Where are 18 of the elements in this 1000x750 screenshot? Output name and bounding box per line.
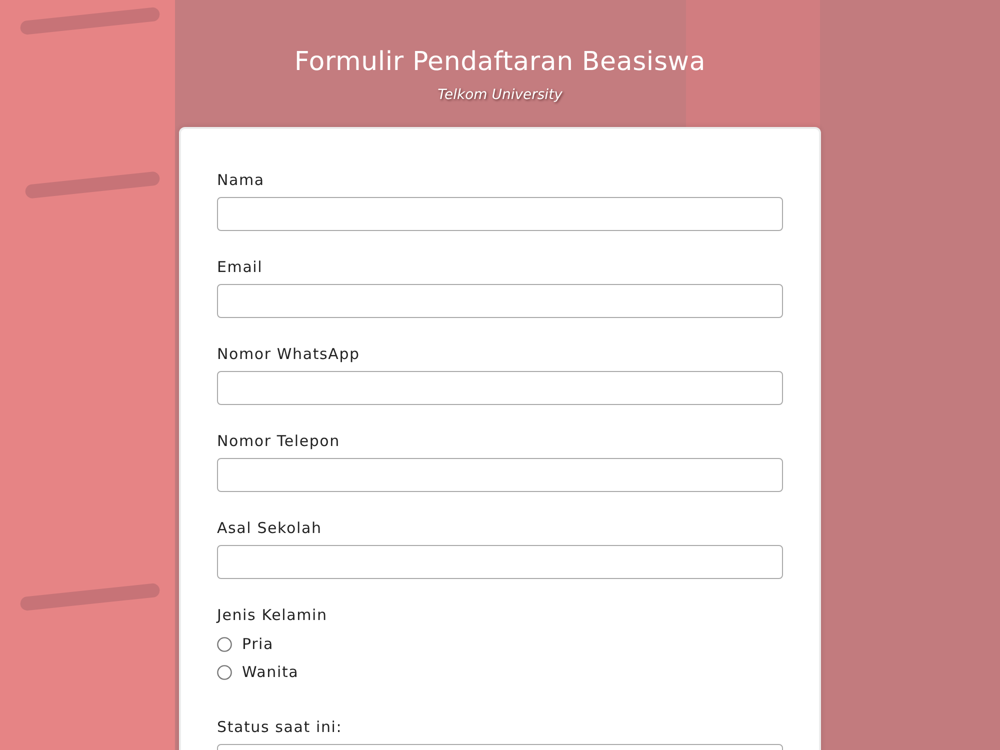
text-input-field[interactable] (217, 458, 783, 492)
text-input-field[interactable] (217, 197, 783, 231)
field-label: Email (217, 257, 263, 277)
form-title: Formulir Pendaftaran Beasiswa (294, 46, 706, 79)
text-input-field[interactable] (217, 545, 783, 579)
radio-option[interactable]: Pria (217, 630, 274, 658)
text-input-field[interactable] (217, 284, 783, 318)
radio-icon[interactable] (217, 636, 232, 652)
field-label: Nomor Telepon (217, 431, 340, 451)
text-input-field[interactable] (217, 371, 783, 405)
radio-icon[interactable] (217, 664, 232, 680)
radio-option[interactable]: Wanita (217, 658, 299, 686)
field-label: Nomor WhatsApp (217, 344, 360, 364)
field-label: Nama (217, 170, 264, 190)
field-label: Status saat ini: (217, 717, 342, 737)
field-label: Jenis Kelamin (217, 605, 328, 625)
form-subtitle: Telkom University (438, 86, 562, 105)
field-label: Asal Sekolah (217, 518, 322, 538)
